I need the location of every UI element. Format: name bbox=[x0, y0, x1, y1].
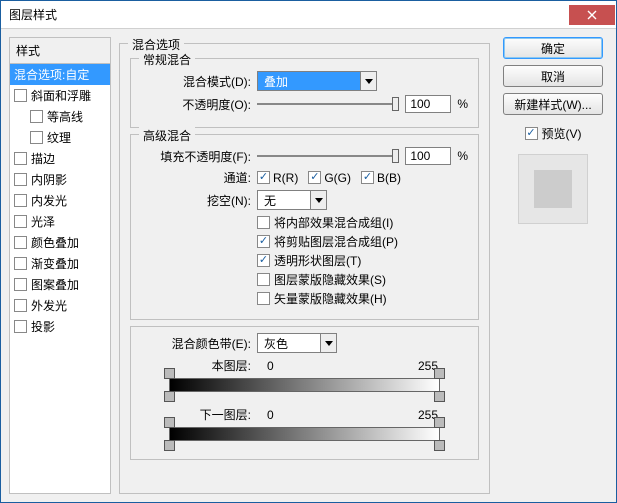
gradient-stop[interactable] bbox=[434, 391, 445, 402]
checkbox[interactable] bbox=[14, 173, 27, 186]
cancel-button[interactable]: 取消 bbox=[503, 65, 603, 87]
style-item[interactable]: 渐变叠加 bbox=[10, 253, 110, 274]
channel-g[interactable]: G(G) bbox=[308, 171, 351, 185]
chevron-down-icon bbox=[360, 72, 376, 90]
preview-checkbox[interactable]: 预览(V) bbox=[525, 125, 582, 142]
fill-opacity-input[interactable]: 100 bbox=[405, 147, 451, 165]
title-bar: 图层样式 bbox=[1, 1, 616, 29]
underlying-layer-gradient[interactable] bbox=[169, 427, 440, 441]
opacity-label: 不透明度(O): bbox=[141, 96, 251, 113]
this-layer-gradient[interactable] bbox=[169, 378, 440, 392]
gradient-stop[interactable] bbox=[434, 440, 445, 451]
new-style-button[interactable]: 新建样式(W)... bbox=[503, 93, 603, 115]
close-icon bbox=[587, 10, 597, 20]
checkbox[interactable] bbox=[257, 235, 270, 248]
blend-if-group: 混合颜色带(E): 灰色 本图层: 0255 下一图层: 0255 bbox=[130, 326, 479, 460]
checkbox[interactable] bbox=[257, 273, 270, 286]
knockout-label: 挖空(N): bbox=[141, 192, 251, 209]
gradient-stop[interactable] bbox=[434, 417, 445, 428]
styles-panel: 样式 混合选项:自定 斜面和浮雕等高线纹理描边内阴影内发光光泽颜色叠加渐变叠加图… bbox=[9, 37, 111, 494]
channels-label: 通道: bbox=[141, 169, 251, 186]
advanced-option[interactable]: 透明形状图层(T) bbox=[257, 252, 468, 269]
blending-options-row[interactable]: 混合选项:自定 bbox=[10, 64, 110, 85]
checkbox[interactable] bbox=[14, 278, 27, 291]
checkbox[interactable] bbox=[257, 292, 270, 305]
window-title: 图层样式 bbox=[9, 6, 569, 23]
style-item[interactable]: 等高线 bbox=[10, 106, 110, 127]
checkbox[interactable] bbox=[14, 236, 27, 249]
style-item[interactable]: 纹理 bbox=[10, 127, 110, 148]
preview-thumbnail bbox=[518, 154, 588, 224]
gradient-stop[interactable] bbox=[164, 391, 175, 402]
fill-opacity-label: 填充不透明度(F): bbox=[141, 148, 251, 165]
blend-mode-combo[interactable]: 叠加 bbox=[257, 71, 377, 91]
channel-b[interactable]: B(B) bbox=[361, 171, 401, 185]
style-item[interactable]: 斜面和浮雕 bbox=[10, 85, 110, 106]
checkbox[interactable] bbox=[30, 131, 43, 144]
style-item[interactable]: 图案叠加 bbox=[10, 274, 110, 295]
checkbox[interactable] bbox=[14, 89, 27, 102]
chevron-down-icon bbox=[320, 334, 336, 352]
chevron-down-icon bbox=[310, 191, 326, 209]
checkbox[interactable] bbox=[14, 257, 27, 270]
checkbox[interactable] bbox=[14, 194, 27, 207]
channel-r[interactable]: R(R) bbox=[257, 171, 298, 185]
advanced-option[interactable]: 矢量蒙版隐藏效果(H) bbox=[257, 290, 468, 307]
advanced-option[interactable]: 将剪贴图层混合成组(P) bbox=[257, 233, 468, 250]
gradient-stop[interactable] bbox=[434, 368, 445, 379]
blend-if-combo[interactable]: 灰色 bbox=[257, 333, 337, 353]
advanced-blending-group: 高级混合 填充不透明度(F): 100 % 通道: R(R) G(G) B(B)… bbox=[130, 134, 479, 320]
fill-opacity-slider[interactable] bbox=[257, 148, 399, 164]
blend-if-label: 混合颜色带(E): bbox=[141, 335, 251, 352]
checkbox[interactable] bbox=[30, 110, 43, 123]
style-item[interactable]: 内发光 bbox=[10, 190, 110, 211]
checkbox[interactable] bbox=[14, 320, 27, 333]
checkbox[interactable] bbox=[257, 254, 270, 267]
general-blending-group: 常规混合 混合模式(D): 叠加 不透明度(O): 100 % bbox=[130, 58, 479, 128]
opacity-input[interactable]: 100 bbox=[405, 95, 451, 113]
gradient-stop[interactable] bbox=[164, 368, 175, 379]
blending-options-group: 混合选项 常规混合 混合模式(D): 叠加 不透明度(O): 100 % 高级混… bbox=[119, 43, 490, 494]
style-item[interactable]: 内阴影 bbox=[10, 169, 110, 190]
checkbox[interactable] bbox=[14, 215, 27, 228]
advanced-option[interactable]: 图层蒙版隐藏效果(S) bbox=[257, 271, 468, 288]
style-item[interactable]: 颜色叠加 bbox=[10, 232, 110, 253]
advanced-option[interactable]: 将内部效果混合成组(I) bbox=[257, 214, 468, 231]
style-item[interactable]: 描边 bbox=[10, 148, 110, 169]
gradient-stop[interactable] bbox=[164, 417, 175, 428]
gradient-stop[interactable] bbox=[164, 440, 175, 451]
style-item[interactable]: 外发光 bbox=[10, 295, 110, 316]
knockout-combo[interactable]: 无 bbox=[257, 190, 327, 210]
close-button[interactable] bbox=[569, 5, 615, 25]
checkbox[interactable] bbox=[14, 299, 27, 312]
checkbox[interactable] bbox=[257, 216, 270, 229]
style-item[interactable]: 光泽 bbox=[10, 211, 110, 232]
opacity-slider[interactable] bbox=[257, 96, 399, 112]
ok-button[interactable]: 确定 bbox=[503, 37, 603, 59]
blend-mode-label: 混合模式(D): bbox=[141, 73, 251, 90]
style-item[interactable]: 投影 bbox=[10, 316, 110, 337]
styles-header: 样式 bbox=[9, 37, 111, 63]
styles-list[interactable]: 混合选项:自定 斜面和浮雕等高线纹理描边内阴影内发光光泽颜色叠加渐变叠加图案叠加… bbox=[9, 63, 111, 494]
checkbox[interactable] bbox=[14, 152, 27, 165]
layer-style-dialog: 图层样式 样式 混合选项:自定 斜面和浮雕等高线纹理描边内阴影内发光光泽颜色叠加… bbox=[0, 0, 617, 503]
